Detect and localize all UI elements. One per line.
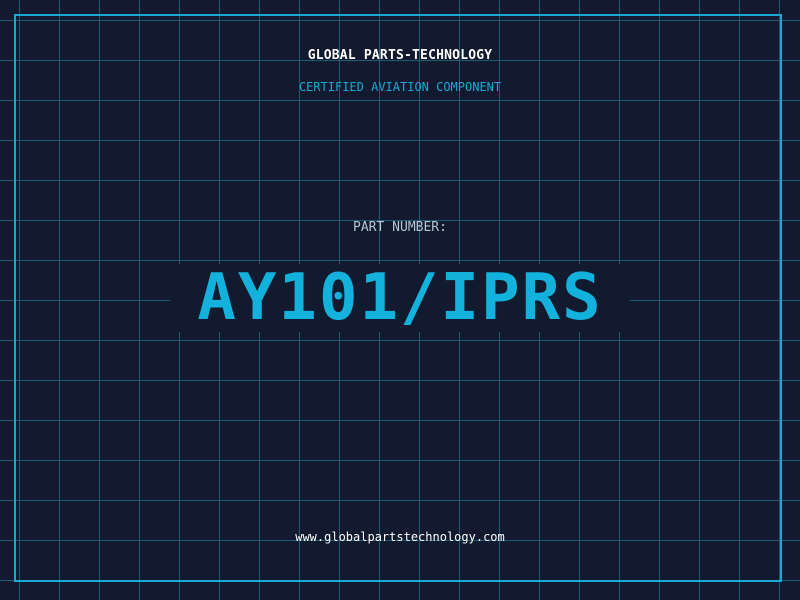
part-card: GLOBAL PARTS-TECHNOLOGY CERTIFIED AVIATI… [0, 0, 800, 600]
website-text: www.globalpartstechnology.com [295, 530, 505, 544]
part-number-panel: AY101/IPRS [170, 264, 630, 332]
certification-subtitle: CERTIFIED AVIATION COMPONENT [298, 80, 502, 94]
part-number-value: AY101/IPRS [197, 261, 603, 335]
company-name: GLOBAL PARTS-TECHNOLOGY [307, 48, 493, 63]
part-number-label: PART NUMBER: [353, 220, 447, 235]
